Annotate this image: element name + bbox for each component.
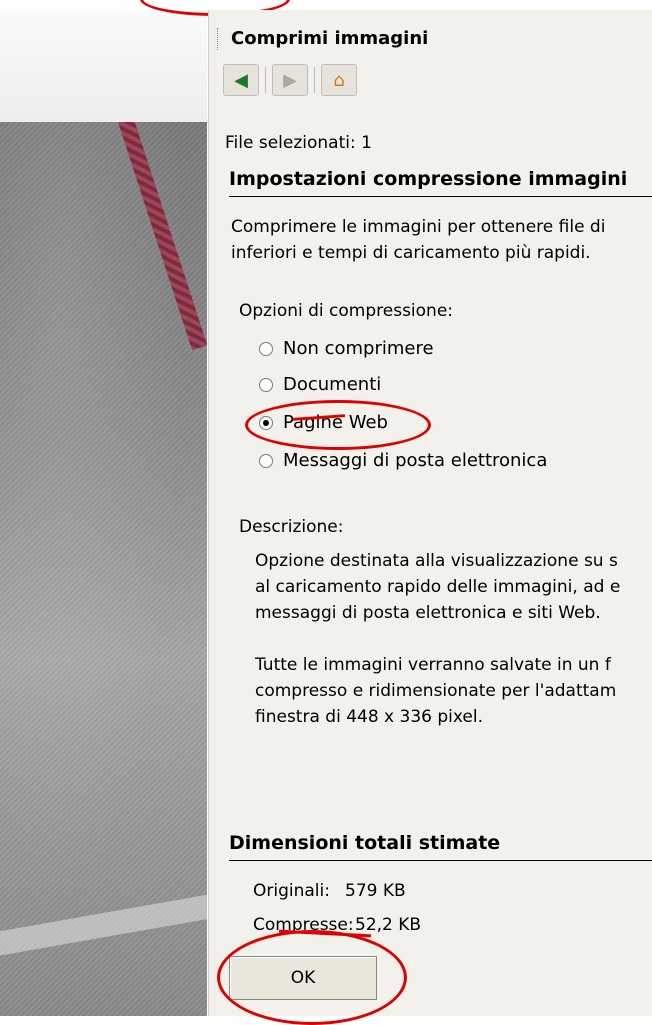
- photo-seam: [0, 889, 207, 959]
- description-line-4: Tutte le immagini verranno salvate in un…: [255, 655, 611, 675]
- original-size-value: 579 KB: [345, 881, 406, 901]
- radio-button[interactable]: [259, 341, 273, 356]
- option-messaggi-posta[interactable]: Messaggi di posta elettronica: [259, 450, 547, 471]
- description-line-2: al caricamento rapido delle immagini, ad…: [255, 577, 621, 597]
- nav-separator: [314, 67, 315, 93]
- document-toolbar-area: [0, 10, 207, 123]
- option-label: Documenti: [283, 374, 382, 395]
- pane-grip[interactable]: [217, 28, 220, 50]
- nav-separator: [265, 67, 266, 93]
- back-arrow-icon: ◀: [234, 69, 248, 91]
- home-icon: ⌂: [333, 69, 345, 91]
- description-label: Descrizione:: [239, 517, 344, 537]
- pane-header: Comprimi immagini: [209, 10, 652, 62]
- forward-button[interactable]: ▶: [272, 64, 308, 96]
- photo-cord: [118, 122, 207, 351]
- annotation-circle-ok: [217, 930, 407, 1025]
- description-line-6: finestra di 448 x 336 pixel.: [255, 707, 483, 727]
- description-line-5: compresso e ridimensionate per l'adattam: [255, 681, 617, 701]
- forward-arrow-icon: ▶: [283, 69, 297, 91]
- intro-line-2: inferiori e tempi di caricamento più rap…: [231, 243, 591, 263]
- radio-button[interactable]: [259, 453, 273, 468]
- option-label: Messaggi di posta elettronica: [283, 450, 548, 471]
- description-line-1: Opzione destinata alla visualizzazione s…: [255, 551, 618, 571]
- compress-images-pane: Comprimi immagini ◀ ▶ ⌂ File selezionati…: [208, 10, 652, 1025]
- option-non-comprimere[interactable]: Non comprimere: [259, 338, 434, 359]
- option-documenti[interactable]: Documenti: [259, 374, 381, 395]
- selected-files-text: File selezionati: 1: [225, 133, 372, 153]
- section-divider: [229, 860, 652, 861]
- options-label: Opzioni di compressione:: [239, 301, 454, 321]
- size-section-title: Dimensioni totali stimate: [229, 832, 501, 854]
- home-button[interactable]: ⌂: [321, 64, 357, 96]
- section-divider: [229, 196, 652, 197]
- compression-section-title: Impostazioni compressione immagini: [229, 168, 628, 190]
- back-button[interactable]: ◀: [223, 64, 259, 96]
- original-size-label: Originali:: [253, 881, 330, 901]
- radio-button[interactable]: [259, 377, 273, 392]
- pane-navigation: ◀ ▶ ⌂: [223, 64, 357, 96]
- photo-preview: [0, 122, 207, 1016]
- intro-line-1: Comprimere le immagini per ottenere file…: [231, 217, 606, 237]
- pane-title: Comprimi immagini: [231, 28, 429, 49]
- description-line-3: messaggi di posta elettronica e siti Web…: [255, 603, 601, 623]
- annotation-circle-pagine-web: [245, 400, 431, 450]
- option-label: Non comprimere: [283, 338, 434, 359]
